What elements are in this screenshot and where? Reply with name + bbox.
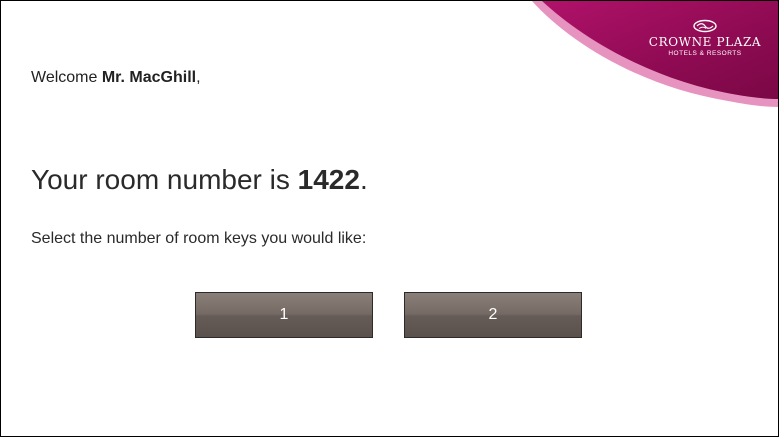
guest-name: Mr. MacGhill bbox=[101, 69, 197, 86]
room-number-message: Your room number is 1422. bbox=[31, 164, 368, 196]
kiosk-screen: CROWNE PLAZA HOTELS & RESORTS Welcome Mr… bbox=[0, 0, 779, 437]
two-keys-button[interactable]: 2 bbox=[404, 292, 582, 338]
brand-name: CROWNE PLAZA bbox=[648, 35, 762, 49]
room-number-suffix: . bbox=[359, 164, 368, 195]
crowne-plaza-logo-icon bbox=[693, 19, 717, 33]
one-key-button-label: 1 bbox=[279, 306, 289, 323]
welcome-punctuation: , bbox=[196, 69, 201, 86]
key-count-prompt: Select the number of room keys you would… bbox=[31, 230, 367, 247]
brand-tagline: HOTELS & RESORTS bbox=[668, 50, 742, 57]
one-key-button[interactable]: 1 bbox=[195, 292, 373, 338]
room-number-prefix: Your room number is bbox=[31, 164, 290, 195]
welcome-greeting: Welcome bbox=[31, 69, 98, 86]
crowne-plaza-logo: CROWNE PLAZA HOTELS & RESORTS bbox=[646, 19, 764, 58]
welcome-message: Welcome Mr. MacGhill, bbox=[31, 69, 201, 87]
two-keys-button-label: 2 bbox=[488, 306, 498, 323]
room-number: 1422 bbox=[297, 164, 360, 195]
